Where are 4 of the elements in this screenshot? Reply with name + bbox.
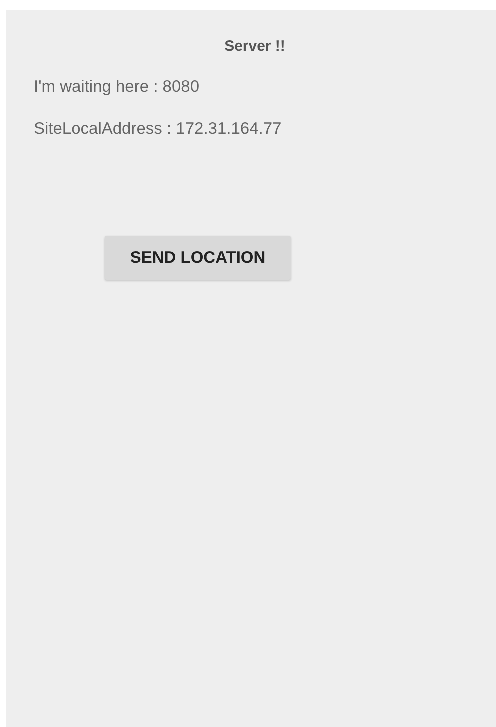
screen-title: Server !! bbox=[224, 38, 286, 55]
send-location-button[interactable]: SEND LOCATION bbox=[105, 236, 291, 280]
info-text: I'm waiting here : 8080 bbox=[34, 78, 200, 97]
info-text: SiteLocalAddress : 172.31.164.77 bbox=[34, 120, 282, 139]
